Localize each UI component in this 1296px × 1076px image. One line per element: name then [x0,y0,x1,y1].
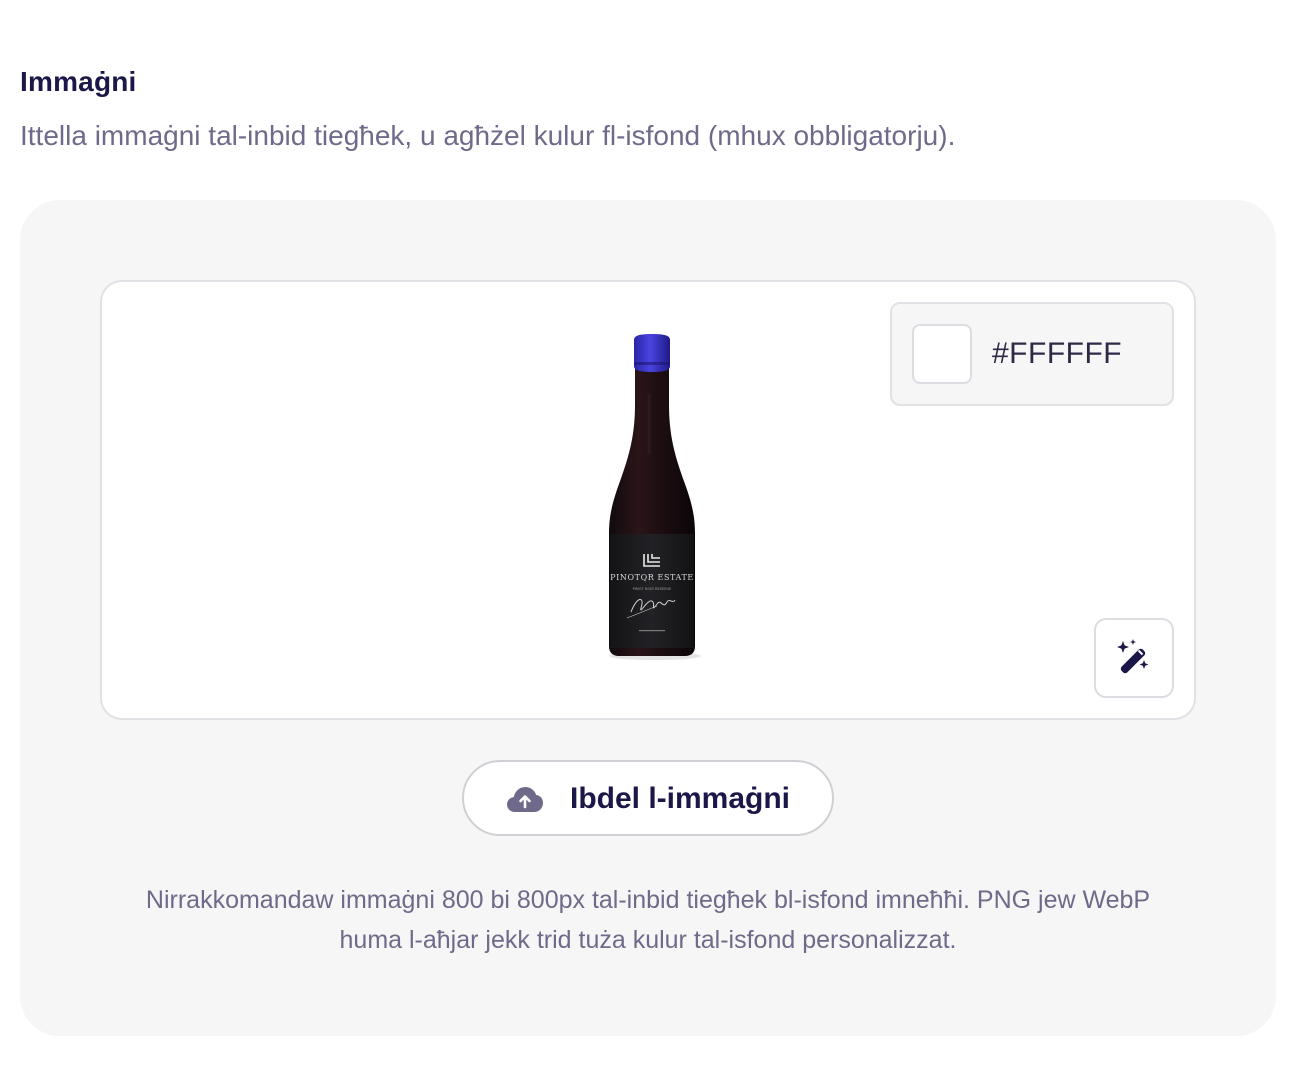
image-hint-line-1: Nirrakkomandaw immaġni 800 bi 800px tal-… [145,886,1151,914]
magic-wand-icon [1117,639,1149,674]
image-preview: PINOTQR ESTATE PINOT NOIR RESERVE #FFFFF… [100,280,1196,720]
change-image-label: Ibdel l-immaġni [570,782,791,815]
bottle-sub-text: PINOT NOIR RESERVE [633,587,672,591]
image-hint: Nirrakkomandaw immaġni 800 bi 800px tal-… [80,880,1216,960]
bottle-brand-text: PINOTQR ESTATE [610,573,694,582]
color-hex-value[interactable]: #FFFFFF [992,337,1122,371]
image-card: PINOTQR ESTATE PINOT NOIR RESERVE #FFFFF… [20,200,1276,1036]
background-color-picker[interactable]: #FFFFFF [890,302,1174,406]
wine-bottle-image: PINOTQR ESTATE PINOT NOIR RESERVE [597,334,707,664]
color-swatch[interactable] [912,324,972,384]
image-hint-line-2: huma l-aħjar jekk trid tuża kulur tal-is… [339,926,957,954]
change-image-button[interactable]: Ibdel l-immaġni [462,760,834,836]
magic-wand-button[interactable] [1094,618,1174,698]
section-title: Immaġni [20,66,137,97]
section-description: Ittella immaġni tal-inbid tiegħek, u agħ… [20,120,956,151]
cloud-upload-icon [507,787,543,812]
